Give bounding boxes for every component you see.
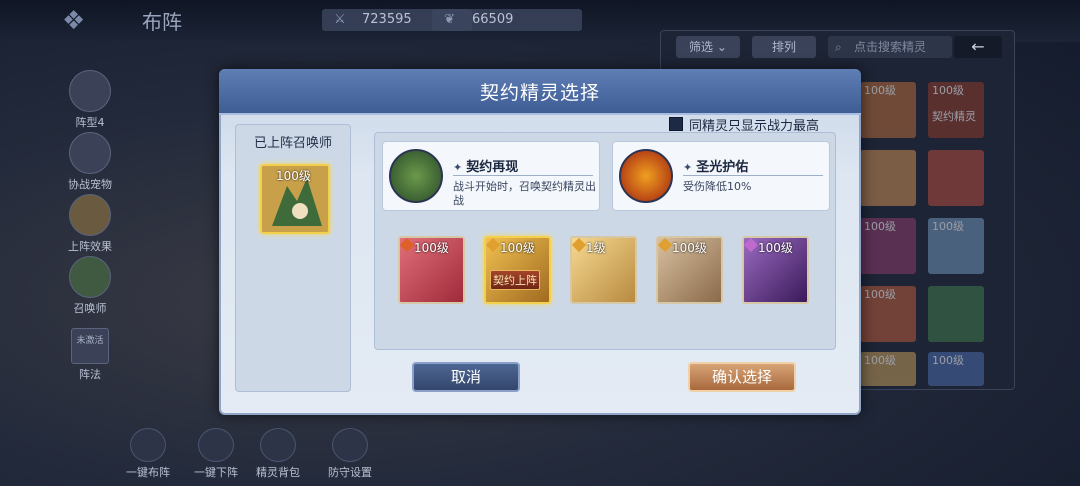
skill-desc: 战斗开始时，召唤契约精灵出战 bbox=[453, 180, 596, 207]
skill-card: ✦ 圣光护佑 受伤降低10% bbox=[612, 141, 830, 211]
spirit-bag-button[interactable]: 精灵背包 bbox=[248, 428, 308, 480]
nav-lineup-effect[interactable]: 上阵效果 bbox=[62, 194, 118, 254]
spirit-card[interactable]: 100级 bbox=[860, 352, 916, 386]
star-icon: ✦ bbox=[453, 161, 463, 174]
wing-icon: ❦ bbox=[444, 12, 455, 27]
spirit-card-name: 契约精灵 bbox=[932, 110, 976, 123]
element-icon bbox=[486, 238, 501, 253]
nav-assist-pet-label: 协战宠物 bbox=[68, 178, 112, 191]
spirit-option[interactable]: 100级 bbox=[742, 236, 809, 304]
spirit-card-level: 100级 bbox=[864, 84, 896, 97]
one-click-deploy-label: 一键布阵 bbox=[126, 466, 170, 479]
spirit-option[interactable]: 1级 bbox=[570, 236, 637, 304]
spirit-card-level: 100级 bbox=[932, 220, 964, 233]
nav-formation[interactable]: 阵型4 bbox=[62, 70, 118, 130]
confirm-selection-button[interactable]: 确认选择 bbox=[688, 362, 796, 392]
skill-desc: 受伤降低10% bbox=[683, 180, 752, 193]
spirit-option[interactable]: 100级 bbox=[656, 236, 723, 304]
spirit-option[interactable]: 100级 bbox=[398, 236, 465, 304]
skill-name-text: 圣光护佑 bbox=[696, 160, 749, 175]
defense-settings-button[interactable]: 防守设置 bbox=[320, 428, 380, 480]
spirit-card[interactable]: 100级 bbox=[860, 218, 916, 274]
nav-formation-label: 阵型4 bbox=[75, 116, 105, 129]
spirit-level: 100级 bbox=[500, 241, 535, 255]
summoned-label: 已上阵召唤师 bbox=[253, 136, 332, 151]
nav-array[interactable]: 未激活 阵法 bbox=[62, 328, 118, 382]
spirit-card-level: 100级 bbox=[932, 354, 964, 367]
spirit-card[interactable]: 100级 bbox=[928, 352, 984, 386]
power-value: 723595 bbox=[362, 12, 412, 27]
sort-button[interactable]: 排列 bbox=[752, 36, 816, 58]
remove-icon bbox=[198, 428, 234, 462]
shield-icon bbox=[619, 149, 673, 203]
nav-summoner-label: 召唤师 bbox=[73, 302, 107, 315]
spirit-card[interactable] bbox=[928, 150, 984, 206]
second-value: 66509 bbox=[472, 12, 514, 27]
spirit-card-level: 100级 bbox=[864, 354, 896, 367]
nav-array-label: 阵法 bbox=[79, 368, 101, 381]
skill-card: ✦ 契约再现 战斗开始时，召唤契约精灵出战 bbox=[382, 141, 600, 211]
spirit-card[interactable] bbox=[928, 286, 984, 342]
formation-icon bbox=[69, 70, 111, 112]
search-icon: ⌕ bbox=[835, 40, 842, 54]
only-show-highest-label: 同精灵只显示战力最高 bbox=[689, 119, 820, 134]
filter-label: 筛选 bbox=[689, 40, 714, 54]
spirit-level: 100级 bbox=[758, 241, 793, 255]
element-icon bbox=[572, 238, 587, 253]
defense-settings-label: 防守设置 bbox=[328, 466, 372, 479]
skill-name-text: 契约再现 bbox=[466, 160, 519, 175]
back-arrow-icon[interactable]: ← bbox=[954, 36, 1002, 58]
assist-pet-icon bbox=[69, 132, 111, 174]
array-badge: 未激活 bbox=[71, 328, 109, 364]
cancel-button[interactable]: 取消 bbox=[412, 362, 520, 392]
lineup-effect-icon bbox=[69, 194, 111, 236]
spirit-card[interactable]: 100级 bbox=[860, 286, 916, 342]
back-logo-icon[interactable]: ❖ bbox=[62, 4, 122, 38]
nav-assist-pet[interactable]: 协战宠物 bbox=[62, 132, 118, 192]
one-click-deploy-button[interactable]: 一键布阵 bbox=[118, 428, 178, 480]
spirit-bag-label: 精灵背包 bbox=[256, 466, 300, 479]
spirit-card-level: 100级 bbox=[864, 220, 896, 233]
element-icon bbox=[744, 238, 759, 253]
spirit-level: 100级 bbox=[672, 241, 707, 255]
spirit-card[interactable] bbox=[860, 150, 916, 206]
summoner-icon bbox=[69, 256, 111, 298]
divider bbox=[683, 175, 823, 176]
nav-summoner[interactable]: 召唤师 bbox=[62, 256, 118, 316]
spirit-level: 100级 bbox=[414, 241, 449, 255]
spirit-card[interactable]: 100级 bbox=[860, 82, 916, 138]
spirit-level: 1级 bbox=[586, 241, 606, 255]
summoned-level: 100级 bbox=[276, 169, 311, 183]
one-click-remove-label: 一键下阵 bbox=[194, 466, 238, 479]
only-show-highest-checkbox[interactable] bbox=[669, 117, 683, 131]
second-stat: ❦ 66509 bbox=[432, 9, 582, 31]
skill-name: ✦ 契约再现 bbox=[453, 156, 518, 175]
skill-name: ✦ 圣光护佑 bbox=[683, 156, 748, 175]
spirit-card-level: 100级 bbox=[864, 288, 896, 301]
spirit-card-level: 100级 bbox=[932, 84, 964, 97]
star-icon: ✦ bbox=[683, 161, 693, 174]
divider bbox=[453, 175, 593, 176]
dragon-icon bbox=[389, 149, 443, 203]
nav-lineup-effect-label: 上阵效果 bbox=[68, 240, 112, 253]
deploy-icon bbox=[130, 428, 166, 462]
search-input[interactable]: ⌕ 点击搜索精灵 bbox=[828, 36, 952, 58]
page-title: 布阵 bbox=[142, 10, 182, 34]
spirit-card[interactable]: 100级 bbox=[928, 218, 984, 274]
spirit-card[interactable]: 100级契约精灵 bbox=[928, 82, 984, 138]
summoned-spirit-card[interactable]: 100级 bbox=[260, 164, 330, 234]
search-placeholder: 点击搜索精灵 bbox=[854, 40, 927, 54]
bag-icon bbox=[260, 428, 296, 462]
crossed-swords-icon: ⚔ bbox=[334, 12, 346, 27]
chevron-down-icon: ⌄ bbox=[716, 40, 727, 54]
filter-button[interactable]: 筛选 ⌄ bbox=[676, 36, 740, 58]
element-icon bbox=[400, 238, 415, 253]
contract-deployed-tag: 契约上阵 bbox=[490, 270, 540, 290]
dialog-title: 契约精灵选择 bbox=[479, 82, 600, 104]
one-click-remove-button[interactable]: 一键下阵 bbox=[186, 428, 246, 480]
defense-icon bbox=[332, 428, 368, 462]
element-icon bbox=[658, 238, 673, 253]
